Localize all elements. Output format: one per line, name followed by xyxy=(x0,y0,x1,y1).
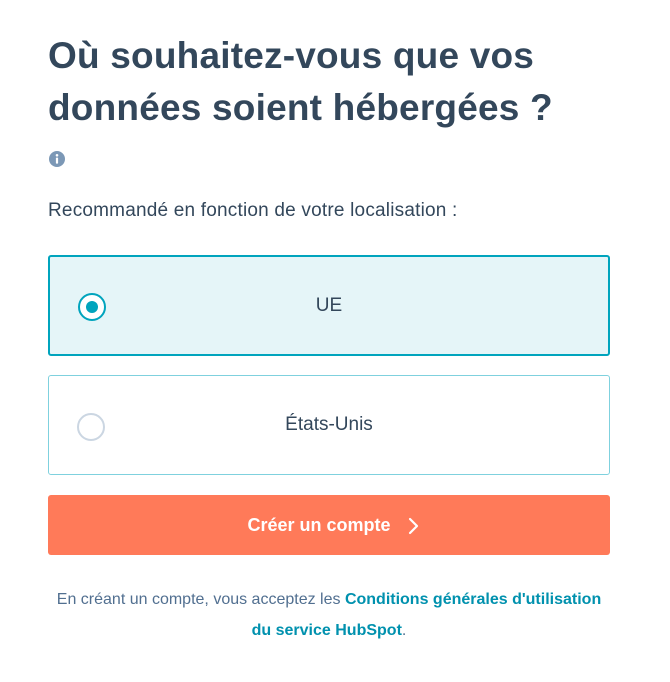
page-title: Où souhaitez-vous que vos données soient… xyxy=(48,35,553,128)
terms-notice: En créant un compte, vous acceptez les C… xyxy=(48,584,610,646)
option-us[interactable]: États-Unis xyxy=(48,375,610,475)
create-account-button[interactable]: Créer un compte xyxy=(48,495,610,555)
info-icon[interactable] xyxy=(49,151,65,167)
recommendation-text: Recommandé en fonction de votre localisa… xyxy=(48,200,458,221)
create-account-label: Créer un compte xyxy=(247,514,391,535)
option-label-us: États-Unis xyxy=(285,414,373,435)
option-label-eu: UE xyxy=(315,295,343,316)
chevron-right-icon xyxy=(408,517,418,534)
option-eu[interactable]: UE xyxy=(48,255,610,356)
terms-suffix: . xyxy=(401,622,407,639)
terms-prefix: En créant un compte, vous acceptez les xyxy=(56,591,345,608)
